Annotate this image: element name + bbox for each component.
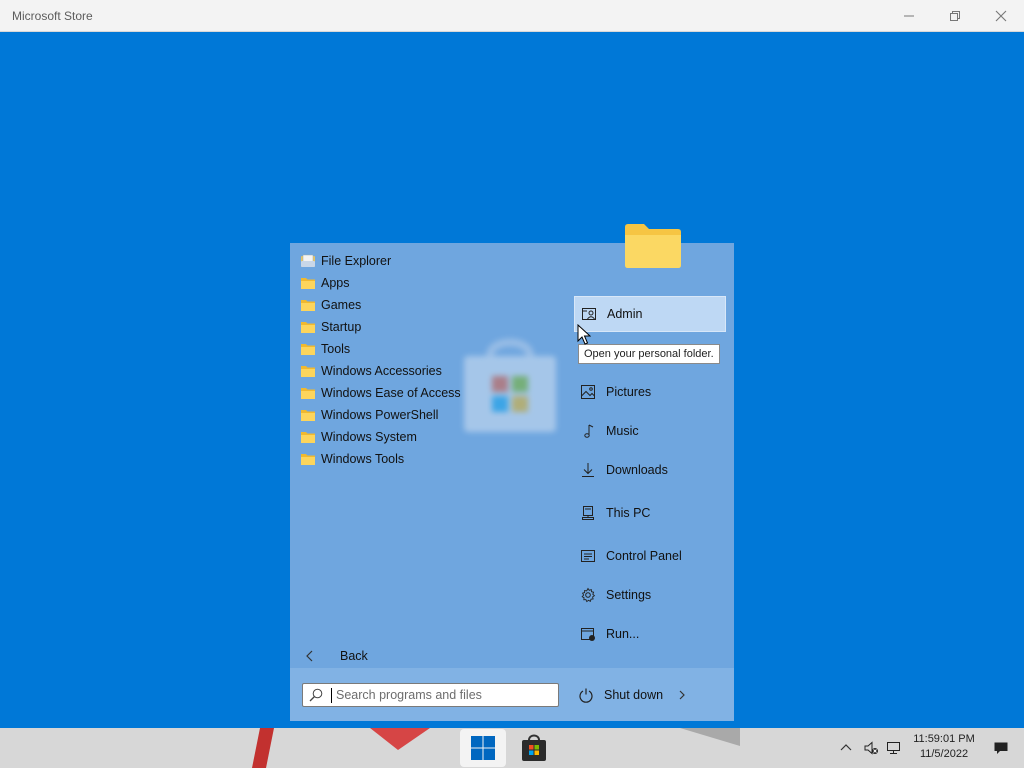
list-item-label: Windows Ease of Access (321, 386, 461, 400)
list-item-label: Windows Accessories (321, 364, 442, 378)
volume-muted-icon[interactable] (863, 740, 879, 756)
text-caret (331, 687, 332, 703)
microsoft-store-taskbar-button[interactable] (511, 729, 557, 767)
file-explorer-icon (301, 254, 315, 267)
list-item-apps[interactable]: Apps (300, 272, 470, 294)
this-pc-item[interactable]: This PC (574, 495, 726, 531)
taskbar: 11:59:01 PM 11/5/2022 (0, 728, 1024, 768)
list-item-label: Tools (321, 342, 351, 356)
gear-icon (581, 587, 596, 603)
music-icon (584, 424, 594, 438)
list-item-windows-ease-of-access[interactable]: Windows Ease of Access (300, 382, 470, 404)
list-item-label: Windows System (321, 430, 417, 444)
folder-icon (301, 300, 315, 311)
run-icon (581, 628, 595, 641)
list-item-label: File Explorer (321, 254, 392, 268)
search-icon (309, 688, 323, 702)
control-panel-icon (581, 550, 595, 562)
list-item-windows-accessories[interactable]: Windows Accessories (300, 360, 470, 382)
folder-icon (301, 454, 315, 465)
control-panel-label: Control Panel (606, 549, 682, 563)
store-bag-watermark-icon (464, 338, 556, 432)
clock-time: 11:59:01 PM (913, 733, 975, 745)
downloads-icon (582, 463, 594, 477)
admin-label: Admin (607, 307, 643, 321)
start-button[interactable] (460, 729, 506, 767)
computer-icon (582, 506, 594, 520)
user-folder-icon (625, 224, 681, 268)
search-box[interactable] (302, 683, 559, 707)
shutdown-button[interactable]: Shut down (578, 684, 687, 706)
list-item-games[interactable]: Games (300, 294, 470, 316)
run-item[interactable]: Run... (574, 616, 726, 652)
list-item-label: Windows Tools (321, 452, 405, 466)
folder-icon (301, 432, 315, 443)
folder-icon (301, 278, 315, 289)
tooltip: Open your personal folder. (578, 344, 720, 364)
control-panel-item[interactable]: Control Panel (574, 538, 726, 574)
music-label: Music (606, 424, 639, 438)
window-title: Microsoft Store (12, 9, 93, 23)
list-item-label: Windows PowerShell (321, 408, 439, 422)
back-button[interactable]: Back (304, 646, 368, 666)
back-label: Back (340, 649, 368, 663)
list-item-label: Startup (321, 320, 362, 334)
admin-item[interactable]: Admin (574, 296, 726, 332)
network-icon[interactable] (886, 740, 902, 756)
folder-icon (301, 322, 315, 333)
restore-icon (950, 11, 960, 21)
close-button[interactable] (978, 0, 1024, 32)
power-icon (579, 688, 593, 703)
folder-icon (301, 388, 315, 399)
folder-icon (301, 366, 315, 377)
this-pc-label: This PC (606, 506, 651, 520)
microsoft-store-icon (522, 734, 546, 761)
list-item-tools[interactable]: Tools (300, 338, 470, 360)
pictures-label: Pictures (606, 385, 652, 399)
list-item-label: Apps (321, 276, 350, 290)
minimize-button[interactable] (886, 0, 932, 32)
list-item-windows-powershell[interactable]: Windows PowerShell (300, 404, 470, 426)
chevron-left-icon (306, 650, 313, 662)
downloads-label: Downloads (606, 463, 668, 477)
shutdown-label: Shut down (604, 688, 664, 702)
list-item-startup[interactable]: Startup (300, 316, 470, 338)
downloads-item[interactable]: Downloads (574, 452, 726, 488)
window-titlebar: Microsoft Store (0, 0, 1024, 32)
mouse-cursor-icon (577, 324, 591, 345)
windows-logo-icon (471, 736, 495, 760)
chevron-up-icon[interactable] (838, 740, 854, 756)
list-item-windows-system[interactable]: Windows System (300, 426, 470, 448)
pictures-item[interactable]: Pictures (574, 374, 726, 410)
clock[interactable]: 11:59:01 PM 11/5/2022 (904, 732, 984, 762)
search-input[interactable] (336, 688, 536, 702)
list-item-label: Games (321, 298, 362, 312)
programs-list: File Explorer Apps Games Startup Tools W… (300, 250, 470, 470)
pictures-icon (581, 385, 595, 399)
close-icon (995, 10, 1007, 22)
folder-icon (301, 410, 315, 421)
restore-button[interactable] (932, 0, 978, 32)
notifications-icon[interactable] (993, 740, 1009, 756)
user-folder-small-icon (582, 308, 596, 320)
folder-icon (301, 344, 315, 355)
settings-label: Settings (606, 588, 652, 602)
clock-date: 11/5/2022 (919, 748, 969, 760)
list-item-windows-tools[interactable]: Windows Tools (300, 448, 470, 470)
music-item[interactable]: Music (574, 413, 726, 449)
minimize-icon (904, 15, 914, 17)
settings-item[interactable]: Settings (574, 577, 726, 613)
run-label: Run... (606, 627, 640, 641)
chevron-right-icon[interactable] (677, 690, 687, 700)
list-item-file-explorer[interactable]: File Explorer (300, 250, 470, 272)
